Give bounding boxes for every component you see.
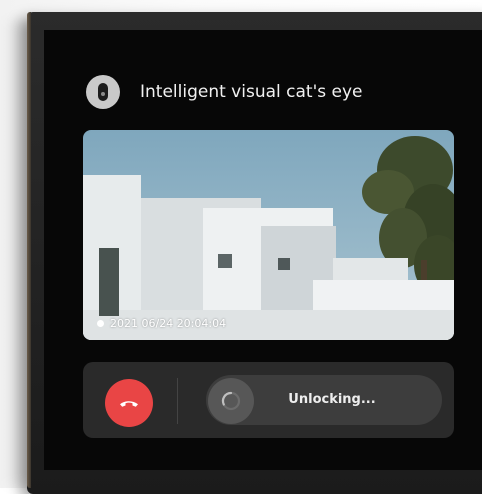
video-timestamp: 2021 06/24 20:04:04 xyxy=(97,317,226,330)
panel-divider xyxy=(177,378,178,424)
device-edge xyxy=(27,12,31,488)
lens-pill xyxy=(98,83,108,101)
camera-lens-icon xyxy=(86,75,120,109)
recording-dot-icon xyxy=(97,320,104,327)
loading-spinner-icon xyxy=(221,391,241,411)
page-title: Intelligent visual cat's eye xyxy=(140,82,363,102)
video-frame xyxy=(83,130,454,340)
video-feed[interactable] xyxy=(83,130,454,340)
unlock-status-label: Unlocking... xyxy=(288,392,376,407)
timestamp-text: 2021 06/24 20:04:04 xyxy=(110,317,227,330)
phone-hangup-icon xyxy=(120,401,138,407)
slider-handle[interactable] xyxy=(208,378,254,424)
hangup-button[interactable] xyxy=(105,379,153,427)
